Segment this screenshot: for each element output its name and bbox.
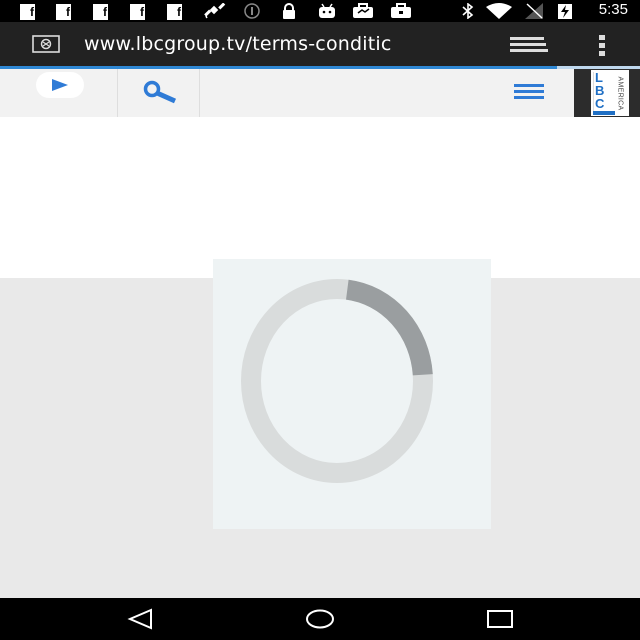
briefcase-icon — [391, 3, 411, 18]
content-blank-area — [0, 117, 640, 278]
clock: 5:35 — [598, 1, 628, 18]
back-icon[interactable] — [126, 608, 156, 630]
battery-charging-icon — [558, 4, 572, 19]
lock-icon — [283, 3, 295, 19]
site-header: L B C AMERICA — [0, 69, 640, 117]
facebook-icon: f — [130, 4, 145, 20]
info-icon — [244, 3, 260, 19]
logo-subtitle: AMERICA — [616, 76, 624, 111]
bluetooth-icon — [462, 3, 474, 19]
header-divider — [199, 69, 200, 117]
browser-toolbar: www.lbcgroup.tv/terms-conditic — [0, 22, 640, 66]
logo-panel: L B C AMERICA — [591, 70, 629, 116]
facebook-icon: f — [93, 4, 108, 20]
recents-icon[interactable] — [485, 608, 515, 630]
android-icon — [319, 3, 335, 18]
home-icon[interactable] — [305, 608, 335, 630]
wifi-icon — [486, 3, 512, 19]
site-info-icon[interactable] — [32, 35, 60, 53]
signal-icon — [525, 3, 543, 19]
header-divider — [117, 69, 118, 117]
lbc-logo[interactable]: L B C AMERICA — [574, 69, 640, 117]
facebook-icon: f — [56, 4, 71, 20]
satellite-icon — [204, 3, 226, 19]
play-icon — [52, 79, 68, 91]
status-bar: f f f f f 5:35 — [0, 0, 640, 22]
tabs-icon[interactable] — [508, 36, 548, 54]
play-button[interactable] — [36, 72, 84, 98]
hamburger-menu-icon[interactable] — [514, 83, 544, 101]
facebook-icon: f — [167, 4, 182, 20]
url-bar[interactable]: www.lbcgroup.tv/terms-conditic — [84, 33, 479, 55]
system-nav-bar — [0, 598, 640, 640]
loading-spinner-icon — [241, 279, 433, 483]
search-icon[interactable] — [142, 80, 178, 104]
facebook-icon: f — [20, 4, 35, 20]
briefcase-icon — [353, 3, 373, 18]
overflow-menu-icon[interactable] — [598, 34, 606, 56]
loading-panel — [213, 259, 491, 529]
logo-letter-c: C — [595, 96, 605, 111]
